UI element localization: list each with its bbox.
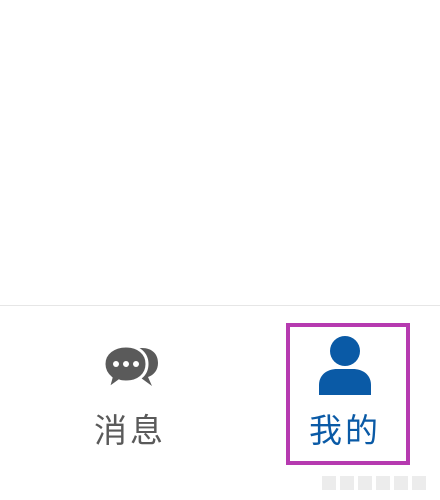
content-area <box>0 0 440 305</box>
watermark-logo <box>322 476 426 490</box>
app-screen: 消息 我的 <box>0 0 440 500</box>
chat-bubbles-icon <box>102 344 158 393</box>
tab-messages-label: 消息 <box>94 411 166 450</box>
tab-messages[interactable]: 消息 <box>30 306 230 500</box>
user-profile-icon <box>319 336 371 395</box>
tab-mine-label: 我的 <box>309 411 381 450</box>
